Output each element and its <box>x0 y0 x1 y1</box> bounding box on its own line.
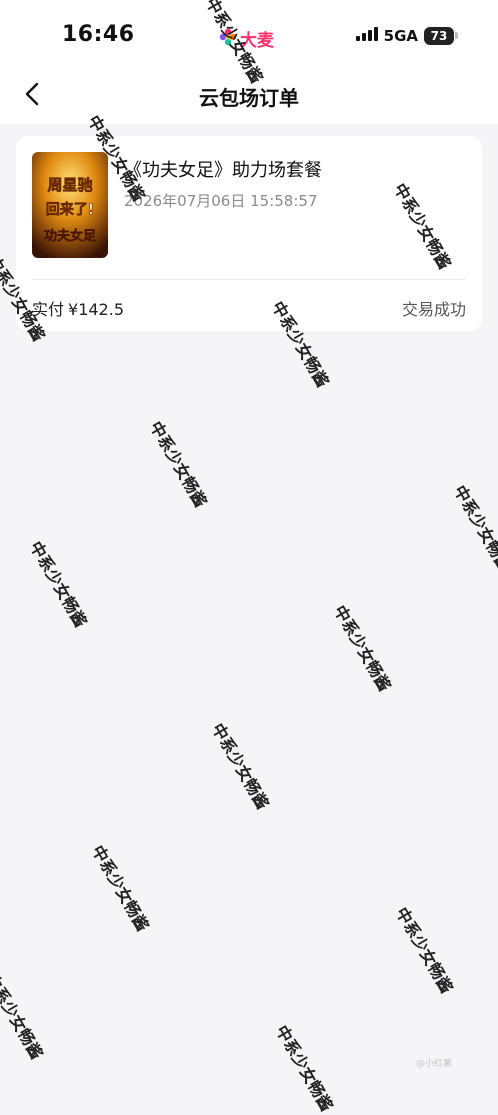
poster-title-line2: 回来了! <box>46 202 94 218</box>
movie-poster[interactable]: 周星驰 回来了! 功夫女足 <box>32 152 108 258</box>
payment-label: 实付 <box>32 300 65 319</box>
watermark-text: 中系少女畅酱 <box>330 602 395 695</box>
watermark-text: 中系少女畅酱 <box>450 482 498 575</box>
watermark-text: 中系少女畅酱 <box>272 1022 337 1115</box>
status-bar: 16:46 大麦 5GA 73 <box>0 0 498 70</box>
status-time: 16:46 <box>62 22 135 47</box>
battery-tip <box>455 32 458 39</box>
payment-row: 实付 ¥142.5 <box>32 296 124 320</box>
nav-bar: 云包场订单 <box>0 70 498 124</box>
order-datetime: 2026年07月06日 15:58:57 <box>124 192 318 210</box>
signal-icon <box>355 26 378 45</box>
watermark-text: 中系少女畅酱 <box>88 842 153 935</box>
page-title: 云包场订单 <box>199 86 299 110</box>
watermark-text: 中系少女畅酱 <box>146 418 211 511</box>
footer-signature: @小红薯 <box>416 1059 453 1069</box>
battery-icon: 73 <box>424 26 454 45</box>
status-indicators: 5GA 73 <box>355 26 458 45</box>
network-type: 5GA <box>383 26 418 45</box>
payment-amount: ¥142.5 <box>68 300 124 319</box>
watermark-text: 中系少女畅酱 <box>208 720 273 813</box>
poster-title-line1: 周星驰 <box>47 176 92 194</box>
app-name: 大麦 <box>240 31 274 51</box>
poster-title-line3: 功夫女足 <box>44 228 97 244</box>
app-logo: 大麦 <box>218 26 274 51</box>
order-card[interactable]: 周星驰 回来了! 功夫女足 《功夫女足》助力场套餐 2026年07月06日 15… <box>16 136 482 331</box>
order-title: 《功夫女足》助力场套餐 <box>124 160 322 181</box>
watermark-text: 中系少女畅酱 <box>26 538 91 631</box>
card-divider <box>32 279 466 280</box>
watermark-text: 中系少女畅酱 <box>392 904 457 997</box>
damai-logo-icon <box>218 27 238 51</box>
watermark-text: 中系少女畅酱 <box>0 970 47 1063</box>
order-status: 交易成功 <box>401 300 466 319</box>
